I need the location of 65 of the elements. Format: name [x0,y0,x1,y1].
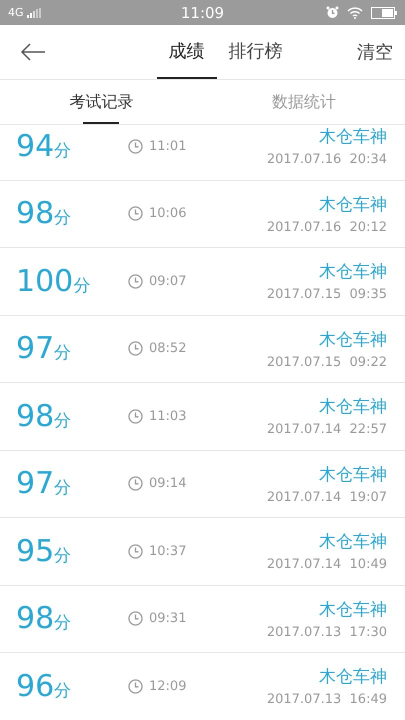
clock-icon [128,544,143,559]
score-value: 100 [16,264,74,299]
duration-text: 09:14 [149,476,186,492]
duration-text: 10:37 [149,544,186,559]
sub-tab[interactable]: 考试记录 [69,80,134,124]
record-date: 2017.07.15 09:35 [266,287,387,302]
record-date: 2017.07.14 22:57 [266,422,387,438]
score-unit: 分 [54,410,72,432]
clear-button[interactable]: 清空 [357,40,393,64]
record-date: 2017.07.16 20:34 [266,152,387,168]
record-date: 2017.07.13 17:30 [266,624,387,640]
record-date: 2017.07.16 20:12 [266,220,387,235]
score-unit: 分 [54,612,72,634]
clock-icon [128,138,143,154]
duration-text: 11:03 [149,408,186,424]
clock-icon [128,408,143,424]
score-unit: 分 [54,207,72,230]
score-unit: 分 [54,544,72,567]
back-icon[interactable] [20,43,46,61]
score-unit: 分 [54,342,72,364]
clock-icon [128,341,143,356]
user-name: 木仓车神 [319,464,387,486]
clock-icon [128,206,143,222]
record-date: 2017.07.14 19:07 [266,490,387,505]
user-name: 木仓车神 [319,261,387,284]
user-name: 木仓车神 [319,126,387,148]
duration-text: 09:07 [149,274,186,289]
user-name: 木仓车神 [319,328,387,351]
score-value: 98 [16,196,54,232]
score-value: 95 [16,534,54,569]
record-date: 2017.07.15 09:22 [266,354,387,370]
alarm-icon [326,6,339,19]
score-unit: 分 [54,680,72,702]
score-value: 94 [16,128,54,164]
user-name: 木仓车神 [319,531,387,554]
nav-tab[interactable]: 排行榜 [216,25,294,79]
score-unit: 分 [54,477,72,500]
nav-tab[interactable]: 成绩 [156,25,216,79]
user-name: 木仓车神 [319,194,387,216]
status-time: 11:09 [180,4,224,22]
clock-icon [128,476,143,492]
signal-icon [26,8,43,18]
duration-text: 09:31 [149,611,186,626]
clock-icon [128,678,143,694]
user-name: 木仓车神 [319,598,387,621]
battery-icon [371,6,397,18]
score-value: 98 [16,601,54,636]
clock-icon [128,611,143,626]
score-unit: 分 [54,140,72,162]
wifi-icon [347,6,363,18]
duration-text: 11:01 [149,138,186,154]
user-name: 木仓车神 [319,666,387,688]
score-unit: 分 [73,274,90,297]
duration-text: 10:06 [149,206,186,222]
score-value: 97 [16,466,54,502]
record-date: 2017.07.14 10:49 [266,557,387,572]
duration-text: 12:09 [149,678,186,694]
network-label: 4G [8,6,24,19]
duration-text: 08:52 [149,341,186,356]
record-date: 2017.07.13 16:49 [266,692,387,708]
clock-icon [128,274,143,289]
score-value: 97 [16,331,54,366]
score-value: 98 [16,398,54,434]
user-name: 木仓车神 [319,396,387,418]
score-value: 96 [16,668,54,704]
